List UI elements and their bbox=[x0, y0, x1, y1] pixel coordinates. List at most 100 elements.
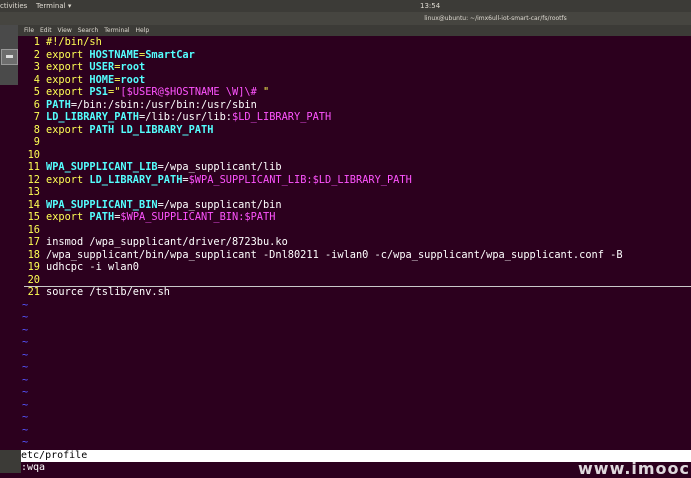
line-number: 1 bbox=[33, 36, 40, 48]
editor-line[interactable]: 4 export HOME=root bbox=[22, 74, 145, 87]
empty-buffer-tilde: ~ bbox=[22, 361, 29, 373]
editor-line[interactable]: 18/wpa_supplicant/bin/wpa_supplicant -Dn… bbox=[22, 249, 623, 262]
empty-buffer-tilde: ~ bbox=[22, 373, 29, 386]
code-token: root bbox=[120, 61, 146, 73]
code-token: HOME bbox=[89, 73, 115, 86]
line-number: 20 bbox=[27, 273, 40, 286]
code-token: insmod /wpa_supplicant/driver/8723bu.ko bbox=[46, 236, 288, 248]
cursor-line-indicator bbox=[24, 286, 691, 287]
code-token: PS1 bbox=[89, 86, 109, 98]
menu-file[interactable]: File bbox=[24, 27, 34, 34]
menu-terminal[interactable]: Terminal bbox=[104, 27, 129, 34]
clock[interactable]: 13:54 bbox=[420, 0, 440, 12]
editor-line[interactable]: 15 export PATH=$WPA_SUPPLICANT_BIN:$PATH bbox=[22, 211, 276, 224]
launcher-strip bbox=[0, 25, 18, 85]
watermark-logo: www.imooc bbox=[578, 459, 691, 478]
code-token: $WPA_SUPPLICANT_LIB:$LD_LIBRARY_PATH bbox=[188, 173, 412, 186]
code-token: =/wpa_supplicant/lib bbox=[157, 161, 282, 173]
window-title: linux@ubuntu: ~/imx6ull-iot-smart-car/fs… bbox=[424, 15, 567, 22]
line-number: 17 bbox=[27, 236, 40, 248]
code-token: HOSTNAME bbox=[89, 48, 140, 61]
line-number: 12 bbox=[27, 173, 40, 186]
editor-line[interactable]: 17 insmod /wpa_supplicant/driver/8723bu.k… bbox=[22, 236, 288, 249]
empty-buffer-tilde: ~ bbox=[22, 411, 29, 423]
code-token: LD_LIBRARY_PATH bbox=[89, 173, 183, 186]
editor-line[interactable]: 11 WPA_SUPPLICANT_LIB=/wpa_supplicant/lib bbox=[22, 161, 282, 174]
line-number: 16 bbox=[27, 223, 40, 236]
menu-help[interactable]: Help bbox=[136, 27, 150, 34]
editor-line[interactable]: 21 source /tslib/env.sh bbox=[22, 286, 170, 299]
window-title-bar[interactable]: linux@ubuntu: ~/imx6ull-iot-smart-car/fs… bbox=[0, 12, 691, 25]
line-number: 8 bbox=[33, 123, 40, 136]
editor-line[interactable]: 16 bbox=[22, 224, 46, 237]
line-number: 5 bbox=[33, 86, 40, 98]
line-number: 13 bbox=[27, 186, 40, 198]
editor-line[interactable]: 8 export PATH LD_LIBRARY_PATH bbox=[22, 123, 214, 137]
editor-line[interactable]: 9 bbox=[22, 136, 46, 149]
editor-line[interactable]: 10 bbox=[22, 149, 46, 162]
code-token: =/lib:/usr/lib: bbox=[139, 111, 232, 123]
line-number: 7 bbox=[33, 111, 40, 123]
line-number: 4 bbox=[33, 73, 40, 86]
editor-line[interactable]: 20 bbox=[22, 274, 46, 287]
code-token: export bbox=[46, 73, 90, 86]
editor-line[interactable]: 19 udhcpc -i wlan0 bbox=[22, 261, 139, 274]
code-token: WPA_SUPPLICANT_BIN bbox=[46, 198, 158, 211]
menu-search[interactable]: Search bbox=[78, 27, 99, 34]
line-number: 19 bbox=[27, 261, 40, 273]
code-token: root bbox=[120, 73, 146, 86]
line-number: 14 bbox=[27, 198, 40, 211]
empty-buffer-tilde: ~ bbox=[22, 336, 29, 348]
code-token: export bbox=[46, 48, 90, 61]
editor-line[interactable]: 2 export HOSTNAME=SmartCar bbox=[22, 49, 195, 62]
menu-view[interactable]: View bbox=[58, 27, 72, 34]
line-number: 18 bbox=[27, 248, 40, 261]
code-token: =/bin:/sbin:/usr/bin:/usr/sbin bbox=[70, 98, 257, 111]
line-number: 2 bbox=[33, 48, 40, 61]
code-token: USER bbox=[89, 61, 115, 73]
code-token: $WPA_SUPPLICANT_BIN:$PATH bbox=[120, 211, 276, 223]
empty-buffer-tilde: ~ bbox=[22, 348, 29, 361]
empty-buffer-tilde: ~ bbox=[22, 423, 29, 436]
empty-buffer-tilde: ~ bbox=[22, 386, 29, 398]
empty-buffer-tilde: ~ bbox=[22, 323, 29, 336]
editor-line[interactable]: 3 export USER=root bbox=[22, 61, 145, 74]
line-number: 10 bbox=[27, 148, 40, 161]
code-token: export bbox=[46, 123, 90, 136]
launcher-bottom bbox=[0, 450, 21, 473]
app-menu-label: Terminal bbox=[36, 2, 66, 10]
line-number: 15 bbox=[27, 211, 40, 223]
code-token: " bbox=[263, 86, 270, 98]
code-token: PATH bbox=[89, 211, 115, 223]
empty-buffer-tilde: ~ bbox=[22, 436, 29, 448]
code-token: udhcpc -i wlan0 bbox=[46, 261, 139, 273]
editor-line[interactable]: 7 LD_LIBRARY_PATH=/lib:/usr/lib:$LD_LIBRA… bbox=[22, 111, 331, 124]
editor-line[interactable]: 12 export LD_LIBRARY_PATH=$WPA_SUPPLICANT… bbox=[22, 174, 412, 187]
code-token: export bbox=[46, 173, 90, 186]
code-token: /wpa_supplicant/bin/wpa_supplicant -Dnl8… bbox=[46, 248, 623, 261]
launcher-app-icon[interactable] bbox=[1, 49, 18, 65]
empty-buffer-tilde: ~ bbox=[22, 298, 29, 311]
activities-button[interactable]: ctivities bbox=[0, 0, 27, 12]
code-token: source /tslib/env.sh bbox=[46, 286, 170, 298]
line-number: 9 bbox=[33, 136, 40, 148]
line-number: 3 bbox=[33, 61, 40, 73]
empty-buffer-tilde: ~ bbox=[22, 311, 29, 323]
code-token: LD_LIBRARY_PATH bbox=[46, 111, 139, 123]
editor-line[interactable]: 5 export PS1="[$USER@$HOSTNAME \W]\# " bbox=[22, 86, 269, 99]
editor-line[interactable]: 13 bbox=[22, 186, 46, 199]
code-token: export bbox=[46, 61, 90, 73]
code-token: =" bbox=[108, 86, 121, 98]
code-token: SmartCar bbox=[145, 48, 195, 61]
code-token: [$USER@$HOSTNAME \W]\# bbox=[120, 86, 264, 98]
system-top-bar: ctivities Terminal ▾ 13:54 bbox=[0, 0, 691, 12]
code-token: PATH LD_LIBRARY_PATH bbox=[89, 123, 214, 136]
code-token: PATH bbox=[46, 98, 71, 111]
editor-line[interactable]: 14 WPA_SUPPLICANT_BIN=/wpa_supplicant/bin bbox=[22, 199, 282, 212]
editor-line[interactable]: 6 PATH=/bin:/sbin:/usr/bin:/usr/sbin bbox=[22, 99, 257, 112]
terminal-app-menu[interactable]: Terminal ▾ bbox=[36, 0, 71, 12]
vim-editor[interactable]: 1 #!/bin/sh 2 export HOSTNAME=SmartCar 3 expo… bbox=[22, 36, 691, 450]
menu-edit[interactable]: Edit bbox=[40, 27, 52, 34]
editor-line[interactable]: 1 #!/bin/sh bbox=[22, 36, 102, 49]
code-token: export bbox=[46, 86, 90, 98]
